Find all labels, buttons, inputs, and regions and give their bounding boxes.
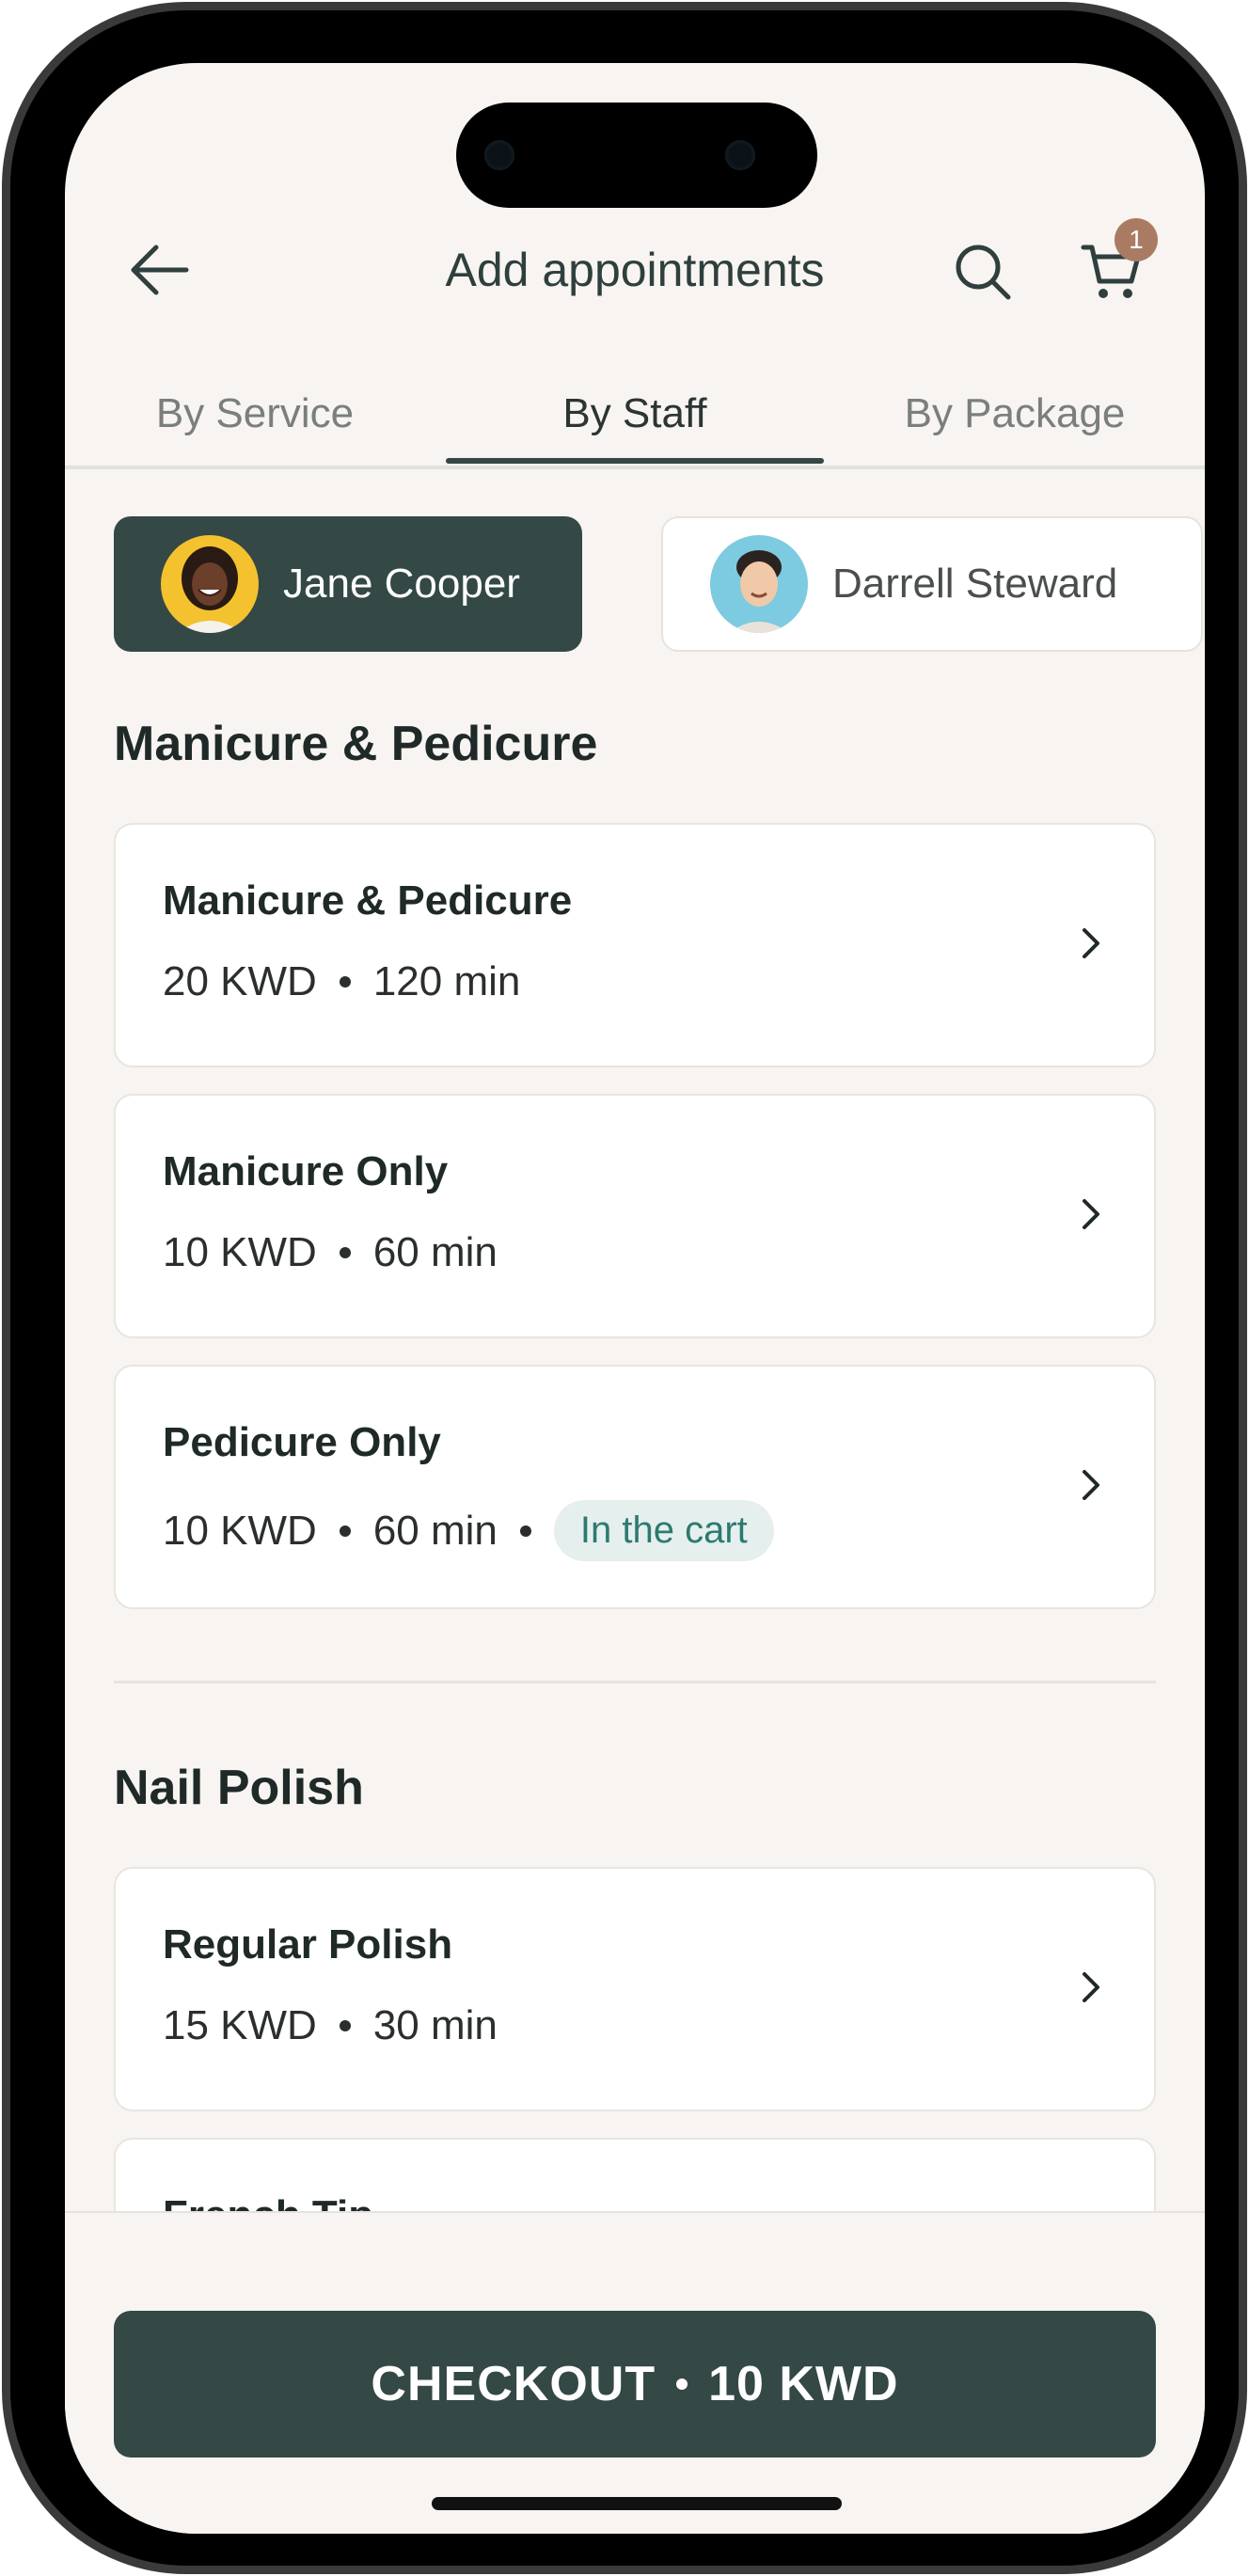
service-name: Manicure & Pedicure: [163, 877, 573, 924]
chevron-right-icon: [1081, 1468, 1101, 1507]
service-duration: 60 min: [372, 1229, 498, 1275]
cart-count-badge: 1: [1115, 218, 1158, 261]
separator-dot: [339, 2020, 351, 2031]
checkout-button[interactable]: CHECKOUT 10 KWD: [114, 2311, 1156, 2457]
active-tab-indicator: [446, 458, 824, 464]
chevron-right-icon: [1081, 1970, 1101, 2009]
page-title: Add appointments: [445, 244, 825, 296]
checkout-footer: CHECKOUT 10 KWD: [65, 2211, 1205, 2534]
chevron-right-icon: [1081, 926, 1101, 965]
separator-dot: [339, 1247, 351, 1258]
staff-selector: Jane Cooper Darrell Steward: [114, 516, 1205, 654]
staff-name: Jane Cooper: [283, 561, 520, 607]
service-meta: 15 KWD 30 min: [163, 2002, 498, 2049]
service-name: Regular Polish: [163, 1921, 453, 1968]
service-meta: 10 KWD 60 min In the cart: [163, 1500, 774, 1561]
service-card-pedicure-only[interactable]: Pedicure Only 10 KWD 60 min In the cart: [114, 1365, 1156, 1609]
staff-name: Darrell Steward: [832, 561, 1118, 607]
separator-dot: [339, 1525, 351, 1537]
dynamic-island: [456, 103, 817, 208]
avatar: [710, 535, 808, 633]
app-screen: Add appointments 1 By Service By Staff B…: [65, 63, 1205, 2534]
separator-dot: [519, 1525, 531, 1537]
avatar: [161, 535, 259, 633]
phone-frame: Add appointments 1 By Service By Staff B…: [2, 2, 1247, 2574]
service-meta: 20 KWD 120 min: [163, 958, 520, 1005]
service-price: 10 KWD: [163, 1229, 317, 1275]
separator-dot: [339, 976, 351, 988]
service-duration: 120 min: [372, 958, 521, 1004]
chevron-right-icon: [1081, 1197, 1101, 1236]
staff-chip-jane-cooper[interactable]: Jane Cooper: [114, 516, 582, 652]
service-name: Pedicure Only: [163, 1419, 441, 1465]
service-card-regular-polish[interactable]: Regular Polish 15 KWD 30 min: [114, 1867, 1156, 2111]
service-card-manicure-only[interactable]: Manicure Only 10 KWD 60 min: [114, 1094, 1156, 1338]
app-header: Add appointments: [65, 223, 1205, 317]
tab-by-staff[interactable]: By Staff: [445, 362, 825, 466]
service-duration: 30 min: [372, 2002, 498, 2048]
service-card-manicure-pedicure[interactable]: Manicure & Pedicure 20 KWD 120 min: [114, 823, 1156, 1067]
in-cart-badge: In the cart: [553, 1500, 774, 1561]
service-price: 10 KWD: [163, 1507, 317, 1554]
section-title: Nail Polish: [114, 1761, 364, 1815]
service-name: Manicure Only: [163, 1148, 449, 1194]
service-price: 15 KWD: [163, 2002, 317, 2048]
section-divider: [114, 1681, 1156, 1683]
camera-lens: [484, 140, 514, 170]
checkout-total: 10 KWD: [708, 2357, 899, 2411]
sensor-lens: [725, 140, 755, 170]
tab-by-service[interactable]: By Service: [65, 362, 445, 466]
staff-chip-darrell-steward[interactable]: Darrell Steward: [661, 516, 1203, 652]
separator-dot: [676, 2378, 688, 2390]
tab-by-package[interactable]: By Package: [825, 362, 1205, 466]
tab-bar: By Service By Staff By Package: [65, 362, 1205, 469]
home-indicator[interactable]: [432, 2497, 842, 2510]
service-duration: 60 min: [372, 1507, 498, 1554]
section-title: Manicure & Pedicure: [114, 717, 598, 771]
search-icon[interactable]: [949, 240, 1017, 304]
service-meta: 10 KWD 60 min: [163, 1229, 498, 1276]
service-price: 20 KWD: [163, 958, 317, 1004]
checkout-label: CHECKOUT: [371, 2357, 656, 2411]
